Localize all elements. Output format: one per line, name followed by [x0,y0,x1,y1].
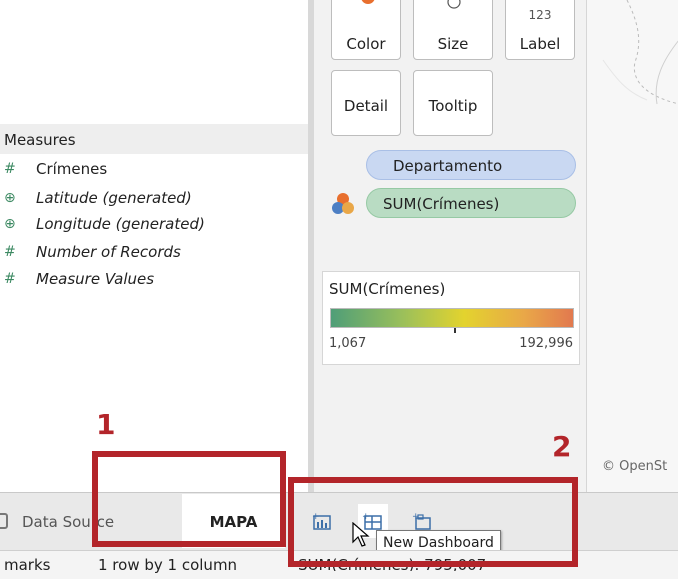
database-icon [0,513,8,529]
size-button-label: Size [437,35,469,53]
detail-button-label: Detail [343,97,389,115]
label-button[interactable]: 123 Label [505,0,575,60]
measure-label: Number of Records [36,243,181,261]
tooltip-button-label: Tooltip [428,97,478,115]
map-attribution[interactable]: © OpenSt [602,459,667,474]
measure-label: Latitude (generated) [36,189,192,207]
status-marks-count: marks [4,556,51,574]
legend-max-value: 192,996 [519,336,573,351]
color-legend[interactable]: SUM(Crímenes) 1,067 192,996 [322,271,580,365]
color-mark-icon [332,193,354,214]
measure-label: Longitude (generated) [36,215,205,233]
annotation-number-1: 1 [96,408,116,441]
color-button[interactable]: Color [331,0,401,60]
measures-header: Measures [0,124,308,154]
legend-min-value: 1,067 [329,336,367,351]
color-button-label: Color [346,35,386,53]
detail-button[interactable]: Detail [331,70,401,136]
map-boundaries [602,0,678,105]
legend-gradient [330,308,574,328]
number-icon: # [4,244,16,260]
pill-sum-crimenes[interactable]: SUM(Crímenes) [366,188,576,218]
text-label-icon: 123 [528,8,552,22]
globe-icon: ⊕ [4,190,16,206]
pill-departamento[interactable]: Departamento [366,150,576,180]
tooltip-button[interactable]: Tooltip [413,70,493,136]
annotation-number-2: 2 [552,430,572,463]
annotation-box-2 [288,477,578,567]
color-icon [361,0,375,4]
label-button-label: Label [519,35,561,53]
globe-icon: ⊕ [4,216,16,232]
data-pane: Measures # Crímenes ⊕ Latitude (generate… [0,0,308,492]
number-icon: # [4,161,16,177]
status-rows-columns: 1 row by 1 column [98,556,238,574]
map-view[interactable] [586,0,678,492]
number-icon: # [4,271,16,287]
measure-label: Crímenes [36,160,108,178]
legend-tick [454,328,456,333]
size-button[interactable]: Size [413,0,493,60]
size-icon [447,0,461,9]
measure-label: Measure Values [36,270,155,288]
legend-title: SUM(Crímenes) [329,280,446,298]
annotation-box-1 [92,451,286,547]
